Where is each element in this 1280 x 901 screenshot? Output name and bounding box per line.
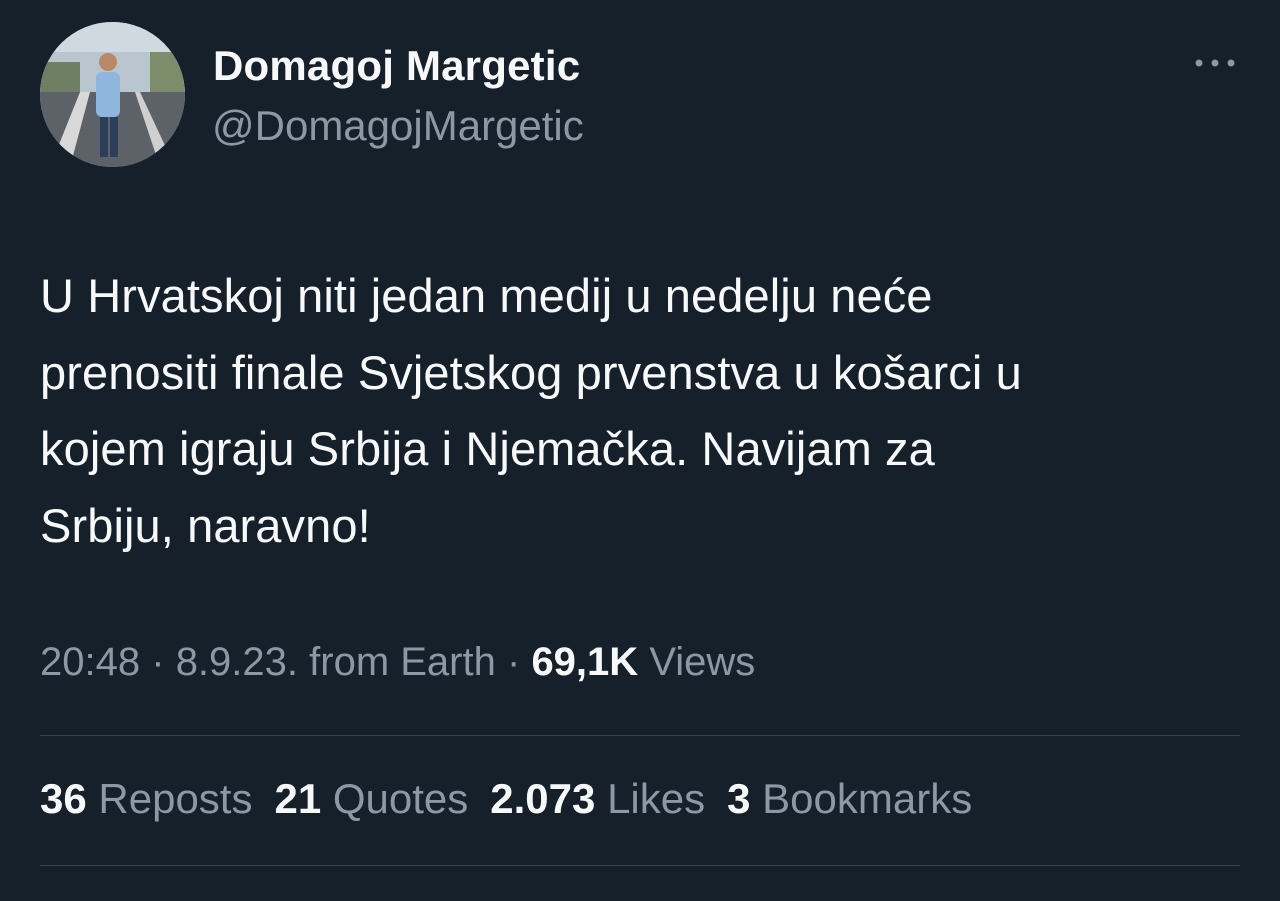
likes-label: Likes <box>607 775 706 822</box>
views-label: Views <box>649 640 756 684</box>
quotes-stat[interactable]: 21 Quotes <box>274 775 468 823</box>
likes-count: 2.073 <box>490 775 596 822</box>
engagement-stats: 36 Reposts 21 Quotes 2.073 Likes 3 Bookmark… <box>40 775 994 823</box>
bookmarks-stat[interactable]: 3 Bookmarks <box>727 775 972 823</box>
more-options-button[interactable] <box>1190 48 1240 78</box>
likes-stat[interactable]: 2.073 Likes <box>490 775 705 823</box>
reposts-stat[interactable]: 36 Reposts <box>40 775 252 823</box>
tweet-card: Domagoj Margetic @DomagojMargetic U Hrva… <box>0 0 1280 901</box>
reposts-label: Reposts <box>98 775 253 822</box>
avatar[interactable] <box>40 22 185 167</box>
divider <box>40 735 1240 736</box>
tweet-metadata: 20:48 · 8.9.23. from Earth · 69,1K Views <box>40 640 755 685</box>
reposts-count: 36 <box>40 775 87 822</box>
bookmarks-label: Bookmarks <box>762 775 973 822</box>
more-horizontal-icon <box>1195 59 1235 67</box>
user-handle[interactable]: @DomagojMargetic <box>212 102 584 150</box>
display-name[interactable]: Domagoj Margetic <box>213 42 580 90</box>
tweet-text: U Hrvatskoj niti jedan medij u nedelju n… <box>40 269 1022 552</box>
tweet-time[interactable]: 20:48 <box>40 640 140 684</box>
tweet-source: from Earth <box>309 640 496 684</box>
bookmarks-count: 3 <box>727 775 751 822</box>
avatar-photo <box>40 22 185 167</box>
tweet-header: Domagoj Margetic @DomagojMargetic <box>40 22 1240 167</box>
meta-separator: · <box>151 640 165 684</box>
divider <box>40 865 1240 866</box>
quotes-count: 21 <box>274 775 322 822</box>
meta-separator: · <box>506 640 521 684</box>
views-count: 69,1K <box>531 640 639 684</box>
tweet-date[interactable]: 8.9.23. <box>176 640 298 684</box>
quotes-label: Quotes <box>332 775 469 822</box>
